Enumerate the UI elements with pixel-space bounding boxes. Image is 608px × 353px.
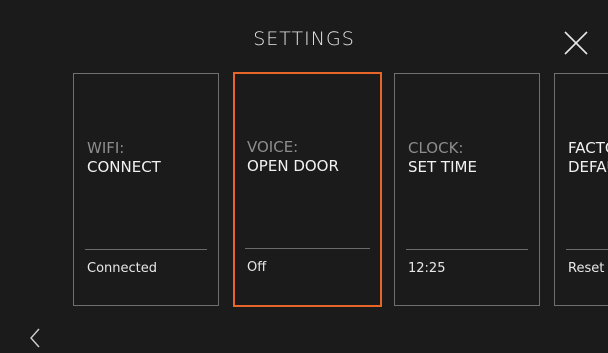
card-status: 12:25	[408, 261, 446, 276]
back-button[interactable]	[28, 327, 44, 349]
settings-card-wifi[interactable]: WIFI: CONNECT Connected	[73, 73, 219, 306]
chevron-left-icon	[30, 328, 40, 348]
card-name: DEFAULTS	[568, 158, 608, 176]
card-name: CONNECT	[87, 158, 161, 176]
settings-card-voice[interactable]: VOICE: OPEN DOOR Off	[233, 72, 382, 307]
card-status: Reset	[568, 261, 605, 276]
card-divider	[85, 249, 207, 250]
settings-card-factory-defaults[interactable]: FACTORY DEFAULTS Reset	[554, 73, 608, 306]
card-divider	[406, 249, 528, 250]
card-category: VOICE:	[247, 138, 299, 156]
card-name: OPEN DOOR	[247, 157, 339, 175]
card-category: WIFI:	[87, 139, 125, 157]
close-button[interactable]	[563, 30, 589, 56]
card-status: Connected	[87, 261, 158, 276]
card-category: FACTORY	[568, 139, 608, 157]
card-divider	[566, 249, 608, 250]
card-divider	[245, 248, 370, 249]
page-title: SETTINGS	[253, 28, 355, 50]
card-name: SET TIME	[408, 158, 477, 176]
close-icon	[564, 31, 588, 55]
settings-card-clock[interactable]: CLOCK: SET TIME 12:25	[394, 73, 540, 306]
card-category: CLOCK:	[408, 139, 464, 157]
card-status: Off	[247, 260, 267, 275]
